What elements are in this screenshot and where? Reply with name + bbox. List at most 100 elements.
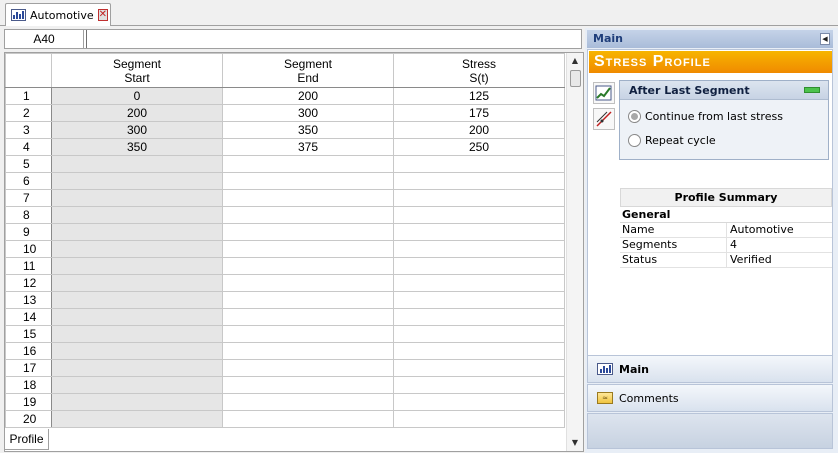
row-header[interactable]: 4 [5,138,52,156]
cell-stress[interactable] [393,359,565,377]
column-header-segment-start[interactable]: Segment Start [51,53,223,88]
cell-stress[interactable] [393,257,565,275]
cell-segment-end[interactable] [222,410,394,428]
sheet-tab-profile[interactable]: Profile [4,429,49,450]
cell-segment-start[interactable] [51,393,223,411]
cell-segment-end[interactable] [222,172,394,190]
close-icon[interactable]: ✕ [97,9,109,21]
row-header[interactable]: 13 [5,291,52,309]
cell-segment-end[interactable]: 375 [222,138,394,156]
formula-input[interactable] [86,30,581,48]
cell-segment-start[interactable]: 200 [51,104,223,122]
row-header[interactable]: 17 [5,359,52,377]
cell-segment-start[interactable] [51,342,223,360]
row-header[interactable]: 7 [5,189,52,207]
cell-stress[interactable] [393,410,565,428]
nav-button-main[interactable]: Main [587,355,833,383]
after-last-segment-header[interactable]: After Last Segment [620,81,828,100]
cell-segment-start[interactable] [51,325,223,343]
cell-segment-end[interactable] [222,189,394,207]
cell-segment-start[interactable] [51,240,223,258]
radio-button[interactable] [628,133,641,147]
row-header[interactable]: 3 [5,121,52,139]
cell-segment-start[interactable] [51,410,223,428]
cell-stress[interactable]: 175 [393,104,565,122]
cell-stress[interactable] [393,325,565,343]
cell-segment-end[interactable] [222,376,394,394]
plot-line-icon[interactable] [593,108,615,130]
cell-segment-end[interactable] [222,308,394,326]
cell-segment-end[interactable]: 200 [222,87,394,105]
cell-stress[interactable]: 250 [393,138,565,156]
cell-segment-start[interactable] [51,223,223,241]
row-header[interactable]: 18 [5,376,52,394]
option-repeat-cycle[interactable]: Repeat cycle [620,128,828,152]
cell-segment-end[interactable] [222,223,394,241]
radio-button-checked[interactable] [628,109,641,123]
cell-reference-box[interactable]: A40 [5,30,84,48]
collapse-arrow-icon[interactable]: ◀ [820,33,830,45]
cell-segment-end[interactable] [222,342,394,360]
cell-segment-start[interactable] [51,257,223,275]
cell-segment-end[interactable] [222,257,394,275]
row-header[interactable]: 16 [5,342,52,360]
cell-segment-start[interactable] [51,308,223,326]
cell-segment-start[interactable] [51,155,223,173]
nav-button-comments[interactable]: ≈ Comments [587,384,833,412]
scroll-up-arrow-icon[interactable]: ▲ [567,53,583,69]
cell-segment-start[interactable]: 300 [51,121,223,139]
cell-stress[interactable] [393,189,565,207]
cell-stress[interactable] [393,342,565,360]
cell-stress[interactable] [393,206,565,224]
column-header-stress[interactable]: Stress S(t) [393,53,565,88]
row-header[interactable]: 8 [5,206,52,224]
document-tab[interactable]: Automotive ✕ [5,3,111,26]
grid-corner[interactable] [5,53,52,88]
cell-segment-end[interactable] [222,325,394,343]
row-header[interactable]: 6 [5,172,52,190]
row-header[interactable]: 11 [5,257,52,275]
row-header[interactable]: 20 [5,410,52,428]
cell-segment-start[interactable] [51,291,223,309]
cell-stress[interactable] [393,376,565,394]
row-header[interactable]: 1 [5,87,52,105]
scroll-down-arrow-icon[interactable]: ▼ [567,435,583,451]
column-header-segment-end[interactable]: Segment End [222,53,394,88]
option-continue-from-last-stress[interactable]: Continue from last stress [620,104,828,128]
cell-segment-start[interactable] [51,172,223,190]
cell-segment-start[interactable] [51,359,223,377]
row-header[interactable]: 10 [5,240,52,258]
scrollbar-thumb[interactable] [570,70,581,87]
cell-stress[interactable]: 125 [393,87,565,105]
vertical-scrollbar[interactable]: ▲ ▼ [566,53,583,451]
cell-segment-end[interactable]: 300 [222,104,394,122]
cell-segment-start[interactable] [51,376,223,394]
row-header[interactable]: 14 [5,308,52,326]
row-header[interactable]: 9 [5,223,52,241]
cell-stress[interactable] [393,155,565,173]
row-header[interactable]: 2 [5,104,52,122]
cell-segment-end[interactable] [222,291,394,309]
collapse-bar-icon[interactable] [804,87,820,93]
cell-stress[interactable] [393,308,565,326]
row-header[interactable]: 15 [5,325,52,343]
cell-stress[interactable] [393,240,565,258]
cell-segment-end[interactable] [222,240,394,258]
cell-segment-end[interactable] [222,274,394,292]
row-header[interactable]: 12 [5,274,52,292]
cell-segment-end[interactable] [222,155,394,173]
check-plot-icon[interactable] [593,82,615,104]
cell-segment-end[interactable] [222,206,394,224]
cell-stress[interactable] [393,172,565,190]
cell-segment-end[interactable] [222,359,394,377]
cell-stress[interactable]: 200 [393,121,565,139]
cell-segment-end[interactable] [222,393,394,411]
cell-stress[interactable] [393,291,565,309]
cell-segment-start[interactable] [51,274,223,292]
row-header[interactable]: 5 [5,155,52,173]
cell-stress[interactable] [393,393,565,411]
cell-segment-start[interactable] [51,206,223,224]
cell-stress[interactable] [393,274,565,292]
cell-stress[interactable] [393,223,565,241]
cell-segment-start[interactable]: 350 [51,138,223,156]
